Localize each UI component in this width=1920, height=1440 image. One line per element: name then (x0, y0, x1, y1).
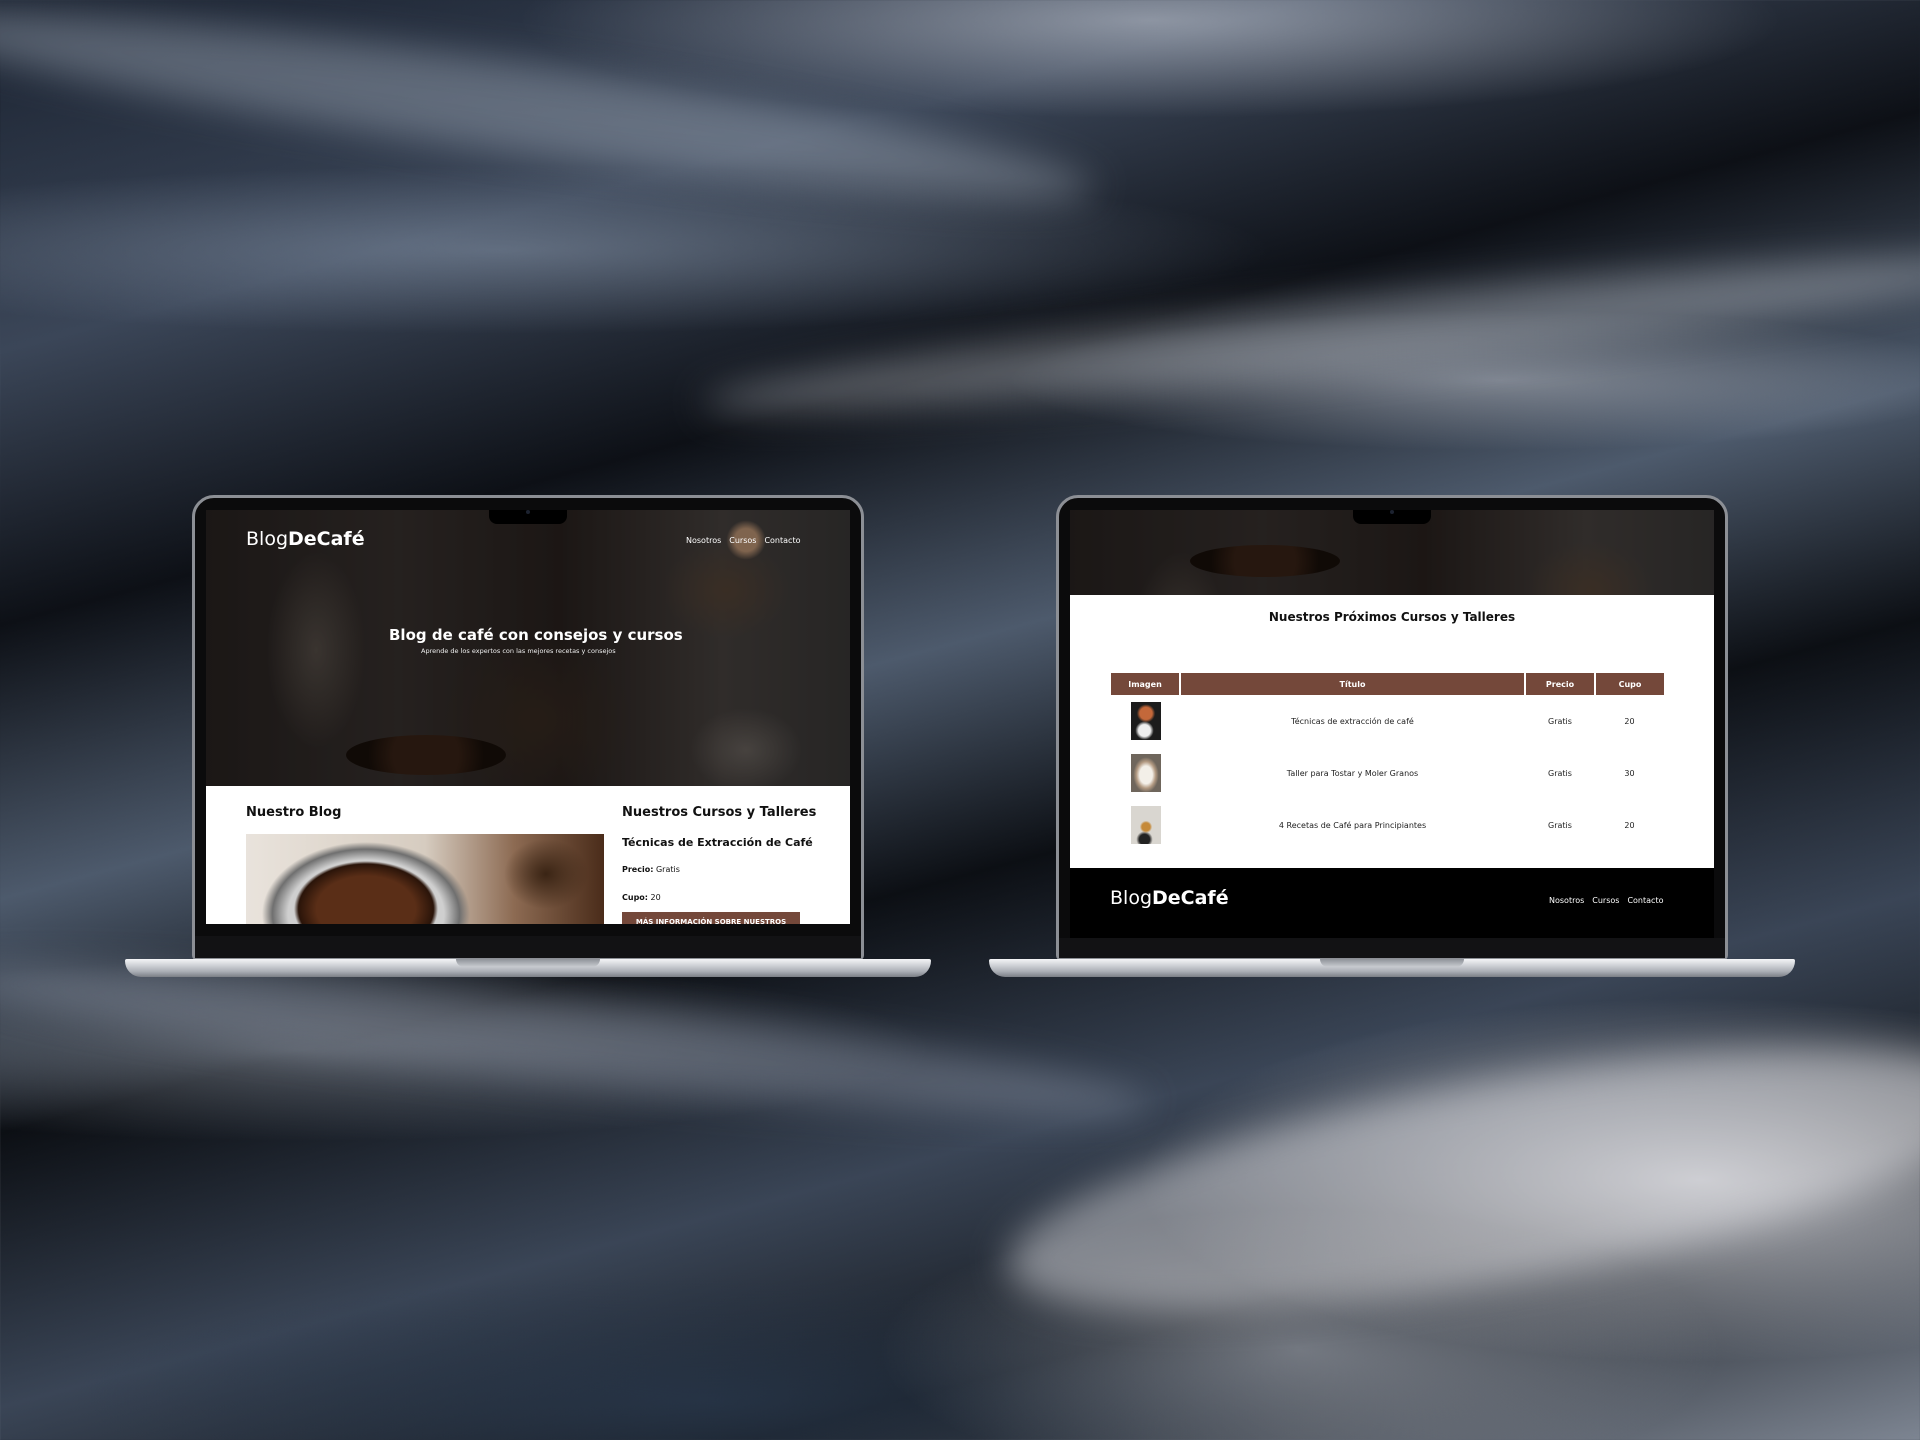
background-wave (990, 994, 1920, 1366)
course-price: Precio: Gratis (622, 865, 680, 874)
laptop-hinge (456, 959, 600, 967)
column-header-titulo[interactable]: Título (1180, 673, 1526, 695)
footer-nav-item-cursos[interactable]: Cursos (1592, 896, 1619, 905)
column-header-cupo[interactable]: Cupo (1595, 673, 1664, 695)
table-row[interactable]: Taller para Tostar y Moler Granos Gratis… (1111, 747, 1664, 799)
courses-heading: Nuestros Cursos y Talleres (622, 805, 817, 820)
background-wave (699, 232, 1920, 438)
courses-page-heading: Nuestros Próximos Cursos y Talleres (1268, 610, 1516, 624)
course-price-cell: Gratis (1548, 716, 1572, 726)
laptop-chin (1059, 938, 1725, 958)
course-thumbnail[interactable] (1111, 799, 1180, 851)
blog-post-image[interactable] (246, 834, 604, 924)
table-row[interactable]: Técnicas de extracción de café Gratis 20 (1111, 695, 1664, 747)
course-quota-cell: 20 (1624, 820, 1635, 830)
course-thumbnail[interactable] (1111, 695, 1180, 747)
footer-nav-item-contacto[interactable]: Contacto (1627, 896, 1663, 905)
course-title-cell: 4 Recetas de Café para Principiantes (1278, 820, 1427, 830)
course-thumbnail[interactable] (1111, 747, 1180, 799)
courses-page-screen: Nuestros Próximos Cursos y Talleres Imag… (1070, 510, 1714, 938)
more-info-button[interactable]: MÁS INFORMACIÓN SOBRE NUESTROS (622, 912, 800, 924)
course-title-cell: Técnicas de extracción de café (1291, 716, 1414, 726)
course-quota: Cupo: 20 (622, 893, 661, 902)
footer-logo[interactable]: BlogDeCafé (1110, 887, 1229, 909)
nav-item-cursos[interactable]: Cursos (729, 536, 756, 545)
main-nav: Nosotros Cursos Contacto (686, 536, 800, 545)
blog-heading: Nuestro Blog (246, 805, 342, 820)
footer-nav-item-nosotros[interactable]: Nosotros (1549, 896, 1584, 905)
course-quota-cell: 30 (1624, 768, 1635, 778)
laptop-left: BlogDeCafé Nosotros Cursos Contacto Blog… (125, 495, 931, 980)
course-price-cell: Gratis (1548, 768, 1572, 778)
site-logo[interactable]: BlogDeCafé (246, 528, 365, 550)
laptop-hinge (1320, 959, 1464, 967)
background-wave (0, 0, 1101, 234)
nav-item-nosotros[interactable]: Nosotros (686, 536, 721, 545)
camera-icon (526, 510, 530, 514)
hero-subtitle: Aprende de los expertos con las mejores … (421, 647, 616, 655)
table-header-row: Imagen Título Precio Cupo (1111, 673, 1664, 695)
hero-title: Blog de café con consejos y cursos (389, 626, 683, 644)
nav-item-contacto[interactable]: Contacto (764, 536, 800, 545)
course-title: Técnicas de Extracción de Café (622, 836, 813, 849)
course-title-cell: Taller para Tostar y Moler Granos (1286, 768, 1419, 778)
camera-icon (1390, 510, 1394, 514)
course-quota-cell: 20 (1624, 716, 1635, 726)
footer-nav: Nosotros Cursos Contacto (1549, 896, 1663, 905)
laptop-chin (195, 936, 861, 958)
site-footer: BlogDeCafé Nosotros Cursos Contacto (1070, 868, 1714, 938)
courses-table: Imagen Título Precio Cupo Técnicas de ex… (1111, 673, 1664, 851)
home-page-screen: BlogDeCafé Nosotros Cursos Contacto Blog… (206, 510, 850, 924)
laptop-right: Nuestros Próximos Cursos y Talleres Imag… (989, 495, 1795, 980)
course-price-cell: Gratis (1548, 820, 1572, 830)
column-header-imagen[interactable]: Imagen (1111, 673, 1181, 695)
table-row[interactable]: 4 Recetas de Café para Principiantes Gra… (1111, 799, 1664, 851)
column-header-precio[interactable]: Precio (1525, 673, 1596, 695)
